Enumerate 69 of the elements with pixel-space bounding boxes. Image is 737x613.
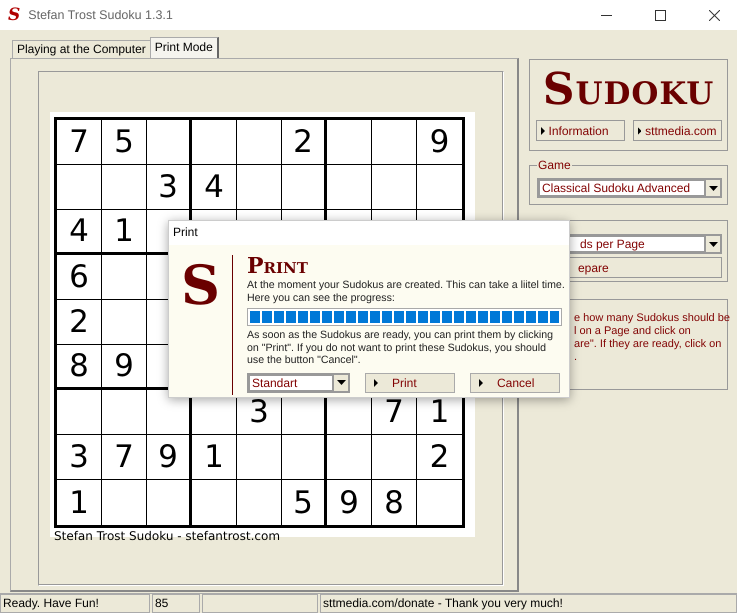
dialog-title: Print (169, 221, 569, 245)
grid-cell (327, 120, 372, 165)
grid-cell (57, 390, 102, 435)
grid-cell (102, 390, 147, 435)
app-logo: S (8, 5, 20, 25)
grid-cell: 4 (57, 210, 102, 255)
dialog-logo: S (180, 255, 221, 319)
grid-cell: 6 (57, 255, 102, 300)
hint-text: l on a Page and click on (574, 325, 691, 338)
grid-cell (57, 165, 102, 210)
grid-cell (147, 120, 192, 165)
grid-cell: 4 (192, 165, 237, 210)
grid-cell: 9 (147, 435, 192, 480)
donate-link[interactable]: sttmedia.com/donate - Thank you very much! (320, 594, 737, 613)
grid-cell (237, 435, 282, 480)
grid-cell: 9 (327, 480, 372, 525)
dialog-button[interactable]: Print (365, 372, 455, 392)
status-count: 85 (152, 594, 200, 613)
grid-cell: 7 (57, 120, 102, 165)
tab[interactable]: Print Mode (150, 37, 219, 58)
grid-cell (192, 120, 237, 165)
link-button[interactable]: sttmedia.com (632, 120, 722, 141)
maximize-icon (654, 10, 666, 20)
grid-cell: 2 (417, 435, 462, 480)
grid-cell (327, 435, 372, 480)
format-select[interactable]: Standart (247, 372, 350, 392)
close-icon (708, 10, 720, 20)
game-select[interactable]: Classical Sudoku Advanced (537, 178, 722, 198)
hint-text: are". If they are ready, click on (574, 338, 722, 351)
page-footer: Stefan Trost Sudoku - stefantrost.com (54, 529, 475, 543)
grid-cell: 2 (57, 300, 102, 345)
minimize-icon (600, 14, 612, 16)
grid-cell: 5 (282, 480, 327, 525)
grid-cell (372, 435, 417, 480)
grid-cell: 7 (102, 435, 147, 480)
link-button[interactable]: Information (536, 120, 624, 141)
group-label: Game (537, 158, 572, 172)
status-message: Ready. Have Fun! (0, 594, 150, 613)
caret-icon (708, 186, 718, 190)
hint-text: . (574, 351, 578, 364)
window-title: Stefan Trost Sudoku 1.3.1 (28, 8, 174, 22)
arrow-icon (374, 378, 378, 386)
grid-cell (102, 165, 147, 210)
caret-icon (708, 242, 718, 246)
grid-cell: 3 (147, 165, 192, 210)
arrow-icon (479, 378, 483, 386)
instructions-text: As soon as the Sudokus are ready, you can print them by clicking on "Print". If you do not want to print these Sudokus, you should use the button "Cancel". (247, 329, 554, 366)
grid-cell: 2 (282, 120, 327, 165)
grid-cell: 9 (102, 345, 147, 390)
hint-text: e how many Sudokus should be (574, 312, 730, 325)
tab[interactable]: Playing at the Computer (12, 40, 151, 58)
grid-cell (372, 120, 417, 165)
caret-icon (336, 380, 346, 385)
grid-cell (282, 435, 327, 480)
progress-text: At the moment your Sudokus are created. This can take a liitel time. Here you can see the progress: (247, 279, 565, 304)
sudoku-logo: Sudoku (542, 66, 714, 114)
arrow-icon (638, 126, 642, 134)
grid-cell: 8 (57, 345, 102, 390)
grid-cell (237, 120, 282, 165)
grid-cell: 8 (372, 480, 417, 525)
grid-cell: 9 (417, 120, 462, 165)
dialog-heading: Print (247, 255, 309, 277)
grid-cell: 1 (57, 480, 102, 525)
grid-cell: 1 (102, 210, 147, 255)
grid-cell: 1 (192, 435, 237, 480)
grid-cell: 5 (102, 120, 147, 165)
arrow-icon (540, 126, 544, 134)
dialog-button[interactable]: Cancel (470, 372, 560, 392)
grid-cell: 3 (57, 435, 102, 480)
